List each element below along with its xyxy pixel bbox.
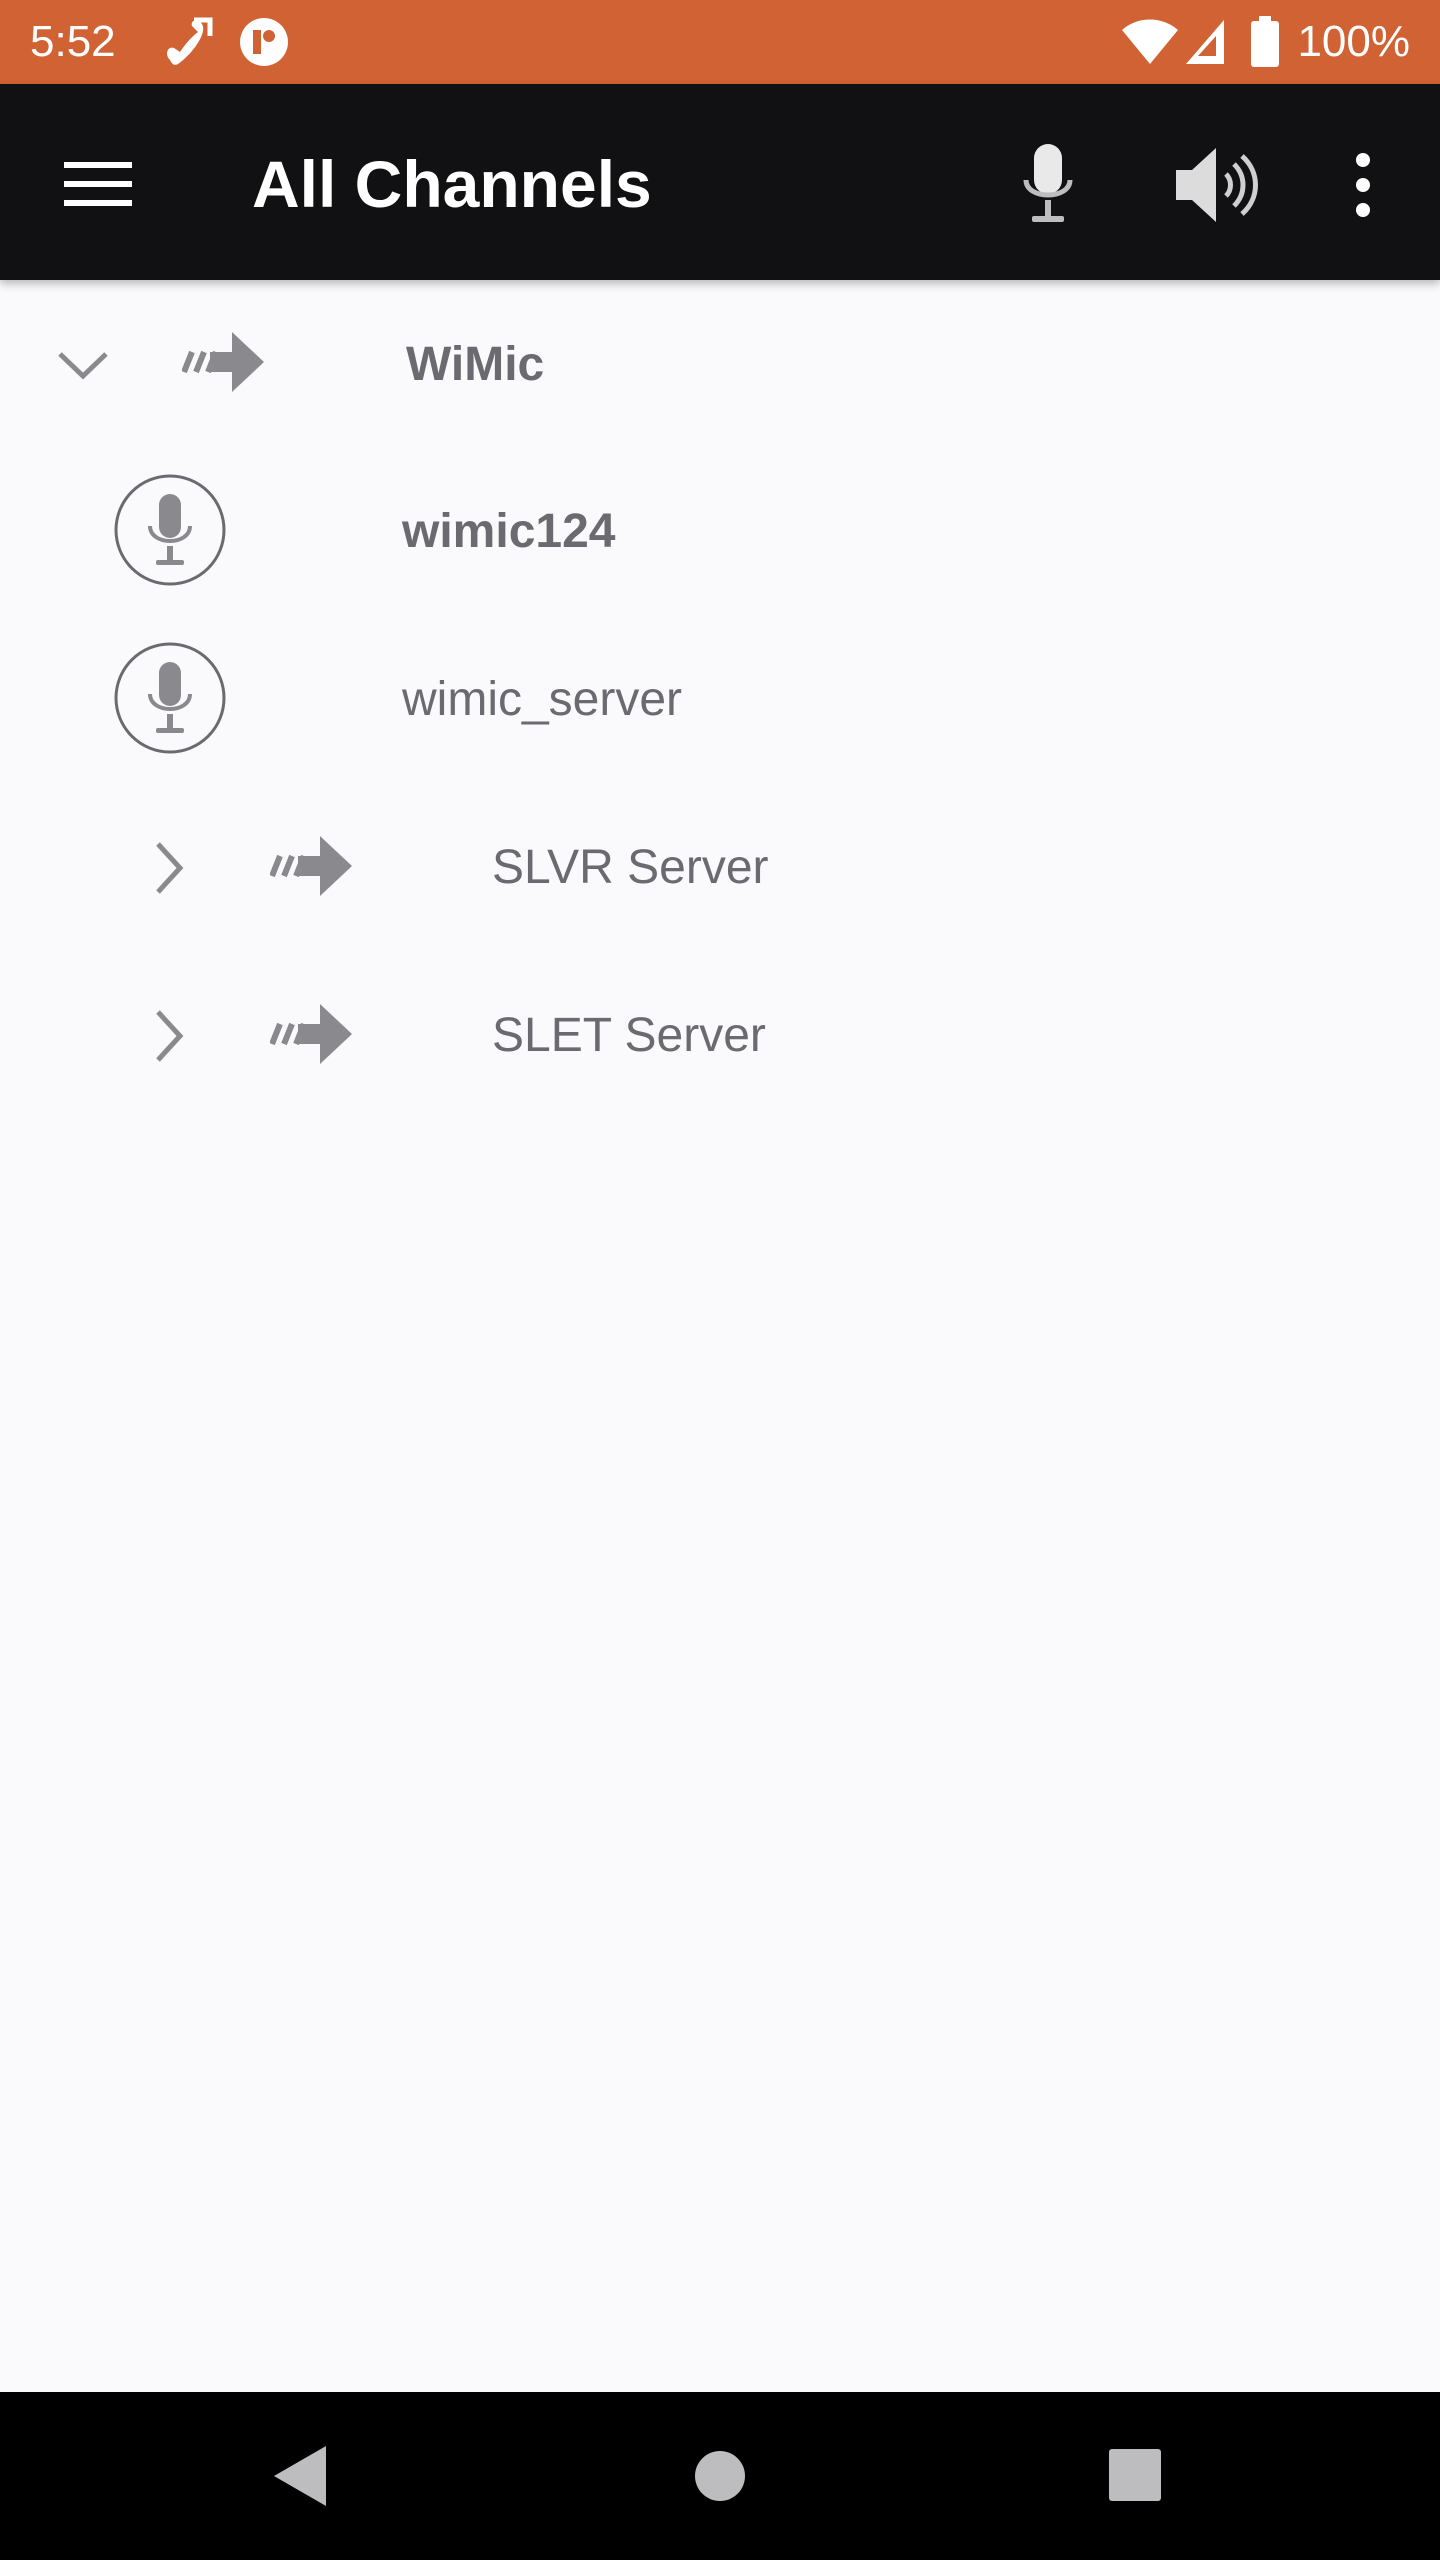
microphone-icon[interactable] xyxy=(1018,142,1078,228)
recents-icon[interactable] xyxy=(1108,2448,1162,2502)
channel-label: SLVR Server xyxy=(492,841,769,894)
battery-percentage: 100% xyxy=(1297,17,1410,66)
user-label: wimic_server xyxy=(402,673,683,726)
call-forward-icon xyxy=(167,17,213,65)
menu-icon[interactable] xyxy=(64,160,132,208)
status-time: 5:52 xyxy=(30,17,116,66)
channel-arrow-icon xyxy=(270,1004,352,1064)
channel-arrow-icon xyxy=(270,836,352,896)
channel-arrow-icon xyxy=(182,332,264,392)
battery-icon xyxy=(1251,16,1279,67)
page-title: All Channels xyxy=(252,147,652,221)
wifi-icon xyxy=(1122,19,1178,64)
channel-label: WiMic xyxy=(406,338,545,391)
channel-label: SLET Server xyxy=(492,1009,766,1062)
user-row-wimic124[interactable]: wimic124 xyxy=(0,448,1440,616)
user-microphone-icon xyxy=(114,642,226,754)
more-vert-icon[interactable] xyxy=(1350,152,1376,218)
user-microphone-icon xyxy=(114,474,226,586)
app-bar: All Channels xyxy=(0,84,1440,280)
channel-row-wimic[interactable]: WiMic xyxy=(0,280,1440,448)
user-row-wimic-server[interactable]: wimic_server xyxy=(0,616,1440,784)
status-bar: 5:52 100% xyxy=(0,0,1440,84)
chevron-right-icon[interactable] xyxy=(154,1008,184,1064)
speaker-icon[interactable] xyxy=(1170,142,1260,228)
home-icon[interactable] xyxy=(694,2450,746,2502)
app-notification-icon xyxy=(240,18,288,66)
channel-row-slvr-server[interactable]: SLVR Server xyxy=(0,784,1440,952)
channel-row-slet-server[interactable]: SLET Server xyxy=(0,952,1440,1120)
chevron-down-icon[interactable] xyxy=(56,350,110,380)
system-nav-bar xyxy=(0,2392,1440,2560)
signal-icon xyxy=(1186,20,1224,64)
user-label: wimic124 xyxy=(402,505,616,558)
back-icon[interactable] xyxy=(270,2444,330,2508)
chevron-right-icon[interactable] xyxy=(154,840,184,896)
